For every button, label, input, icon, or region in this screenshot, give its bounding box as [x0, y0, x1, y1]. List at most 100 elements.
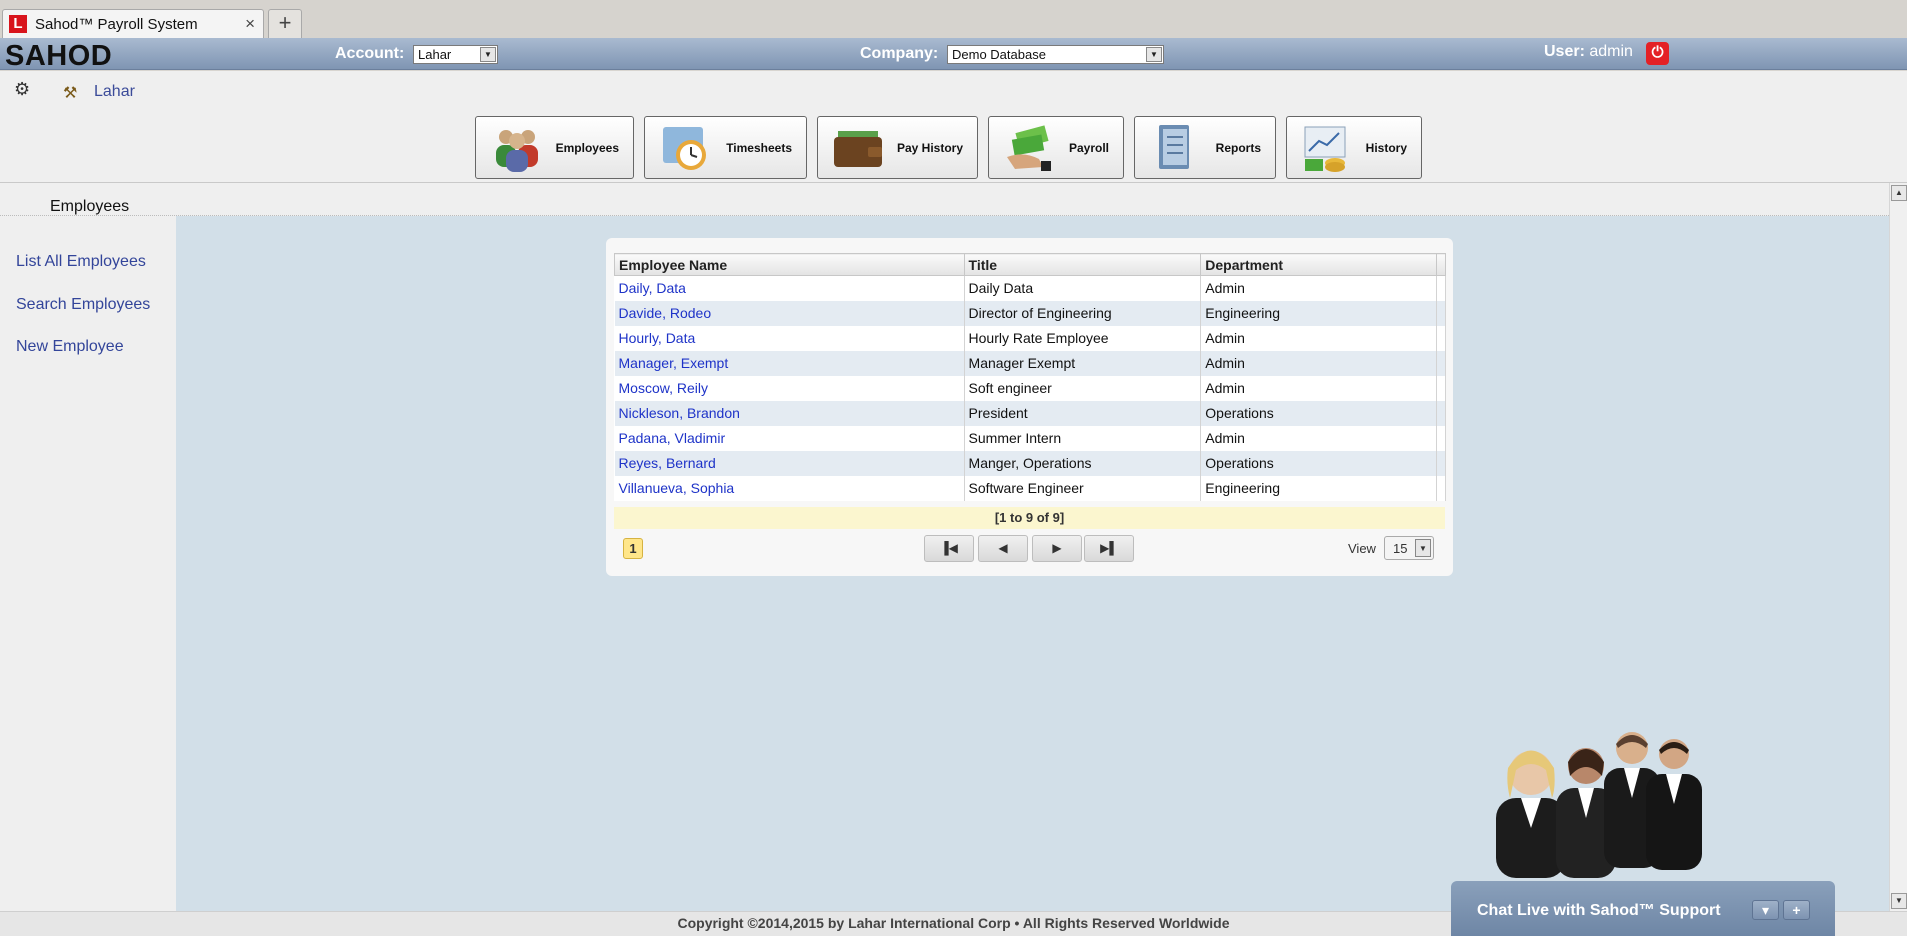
- new-tab-button[interactable]: +: [268, 9, 302, 38]
- header-spacer: [1436, 253, 1446, 276]
- payroll-button[interactable]: Payroll: [988, 116, 1124, 179]
- employee-name-link[interactable]: Manager, Exempt: [614, 350, 965, 376]
- table-row[interactable]: Hourly, Data Hourly Rate Employee Admin: [614, 325, 1446, 351]
- table-row[interactable]: Nickleson, Brandon President Operations: [614, 400, 1446, 426]
- table-header: Employee Name Title Department: [614, 253, 1446, 276]
- company-select[interactable]: Demo Database ▼: [947, 45, 1164, 64]
- table-row[interactable]: Manager, Exempt Manager Exempt Admin: [614, 350, 1446, 376]
- browser-tab[interactable]: L Sahod™ Payroll System ×: [2, 9, 264, 38]
- timesheets-button[interactable]: Timesheets: [644, 116, 807, 179]
- row-spacer: [1436, 350, 1446, 376]
- employee-name-link[interactable]: Moscow, Reily: [614, 375, 965, 401]
- sahod-logo: SAHOD: [5, 40, 113, 72]
- table-row[interactable]: Padana, Vladimir Summer Intern Admin: [614, 425, 1446, 451]
- employees-icon: [496, 130, 538, 172]
- chevron-down-icon: ▼: [480, 47, 496, 62]
- logout-power-icon[interactable]: ⏻: [1646, 42, 1669, 65]
- employee-title: Manger, Operations: [964, 450, 1202, 476]
- history-button[interactable]: History: [1286, 116, 1422, 179]
- user-label: User:: [1544, 43, 1585, 60]
- record-range: [1 to 9 of 9]: [614, 507, 1445, 529]
- sidebar-item-list-all-employees[interactable]: List All Employees: [16, 253, 146, 271]
- row-spacer: [1436, 400, 1446, 426]
- row-spacer: [1436, 300, 1446, 326]
- user-info: User: admin: [1544, 43, 1633, 61]
- next-page-button[interactable]: ▶: [1032, 535, 1082, 562]
- account-select[interactable]: Lahar ▼: [413, 45, 498, 64]
- previous-page-icon: ◀: [998, 541, 1008, 555]
- employee-name-link[interactable]: Hourly, Data: [614, 325, 965, 351]
- toolbar-label: Reports: [1215, 141, 1261, 155]
- chat-minimize-button[interactable]: ▾: [1752, 900, 1779, 920]
- employee-title: President: [964, 400, 1202, 426]
- previous-page-button[interactable]: ◀: [978, 535, 1028, 562]
- gear-icon[interactable]: ⚙: [14, 79, 30, 100]
- table-row[interactable]: Reyes, Bernard Manger, Operations Operatio…: [614, 450, 1446, 476]
- last-page-button[interactable]: ▶▌: [1084, 535, 1134, 562]
- employee-name-link[interactable]: Villanueva, Sophia: [614, 475, 965, 501]
- reports-icon: [1159, 125, 1189, 169]
- chevron-down-icon: ▾: [1761, 902, 1770, 918]
- employee-name-link[interactable]: Padana, Vladimir: [614, 425, 965, 451]
- reports-button[interactable]: Reports: [1134, 116, 1276, 179]
- scroll-down-icon[interactable]: ▼: [1891, 893, 1907, 909]
- employee-name-link[interactable]: Daily, Data: [614, 275, 965, 301]
- scroll-up-icon[interactable]: ▲: [1891, 185, 1907, 201]
- employee-name-link[interactable]: Nickleson, Brandon: [614, 400, 965, 426]
- table-row[interactable]: Daily, Data Daily Data Admin: [614, 275, 1446, 301]
- page-size-select[interactable]: 15 ▼: [1384, 536, 1434, 560]
- column-header-title[interactable]: Title: [963, 253, 1202, 276]
- sidebar-item-search-employees[interactable]: Search Employees: [16, 296, 150, 314]
- employee-title: Manager Exempt: [964, 350, 1202, 376]
- employee-department: Admin: [1200, 325, 1437, 351]
- employee-title: Hourly Rate Employee: [964, 325, 1202, 351]
- row-spacer: [1436, 325, 1446, 351]
- column-header-employee-name[interactable]: Employee Name: [614, 253, 965, 276]
- row-spacer: [1436, 275, 1446, 301]
- table-row[interactable]: Moscow, Reily Soft engineer Admin: [614, 375, 1446, 401]
- table-row[interactable]: Villanueva, Sophia Software Engineer Engin…: [614, 475, 1446, 501]
- page-size-value: 15: [1393, 541, 1408, 556]
- breadcrumb-lahar[interactable]: Lahar: [94, 83, 135, 101]
- account-label: Account:: [335, 45, 405, 62]
- pay-history-button[interactable]: Pay History: [817, 116, 978, 179]
- employee-department: Operations: [1200, 400, 1437, 426]
- close-icon[interactable]: ×: [245, 14, 255, 34]
- first-page-button[interactable]: ▐◀: [924, 535, 974, 562]
- employee-name-link[interactable]: Reyes, Bernard: [614, 450, 965, 476]
- toolbar-label: Employees: [555, 141, 619, 155]
- page-scrollbar[interactable]: ▲ ▼: [1889, 183, 1907, 911]
- employee-title: Summer Intern: [964, 425, 1202, 451]
- row-spacer: [1436, 375, 1446, 401]
- money-hand-icon: [1007, 125, 1051, 171]
- tab-title: Sahod™ Payroll System: [35, 16, 198, 33]
- company-select-value: Demo Database: [952, 47, 1046, 62]
- employee-department: Admin: [1200, 375, 1437, 401]
- clock-icon: [663, 127, 706, 170]
- user-name: admin: [1589, 43, 1633, 60]
- next-page-icon: ▶: [1052, 541, 1062, 555]
- employee-title: Daily Data: [964, 275, 1202, 301]
- toolbar-label: Timesheets: [726, 141, 792, 155]
- section-title: Employees: [50, 198, 130, 215]
- employee-department: Admin: [1200, 275, 1437, 301]
- browser-tabstrip: L Sahod™ Payroll System × +: [0, 0, 1907, 38]
- row-spacer: [1436, 450, 1446, 476]
- chat-widget[interactable]: Chat Live with Sahod™ Support ▾ +: [1451, 881, 1835, 936]
- sidebar-item-new-employee[interactable]: New Employee: [16, 338, 124, 356]
- current-page-button[interactable]: 1: [623, 538, 643, 559]
- toolbar-label: Pay History: [896, 141, 963, 155]
- column-header-department[interactable]: Department: [1200, 253, 1437, 276]
- chevron-down-icon: ▼: [1146, 47, 1162, 62]
- employee-title: Soft engineer: [964, 375, 1202, 401]
- row-spacer: [1436, 475, 1446, 501]
- employee-name-link[interactable]: Davide, Rodeo: [614, 300, 965, 326]
- account-select-value: Lahar: [418, 47, 452, 62]
- employees-button[interactable]: Employees: [475, 116, 634, 179]
- toolbar-area: ⚙ ⚒ Lahar Employees Timesheets Pay Histo…: [0, 71, 1907, 183]
- chat-expand-button[interactable]: +: [1783, 900, 1810, 920]
- table-row[interactable]: Davide, Rodeo Director of Engineering Engi…: [614, 300, 1446, 326]
- tools-icon: ⚒: [63, 85, 78, 102]
- employee-department: Operations: [1200, 450, 1437, 476]
- chat-label: Chat Live with Sahod™ Support: [1477, 902, 1721, 919]
